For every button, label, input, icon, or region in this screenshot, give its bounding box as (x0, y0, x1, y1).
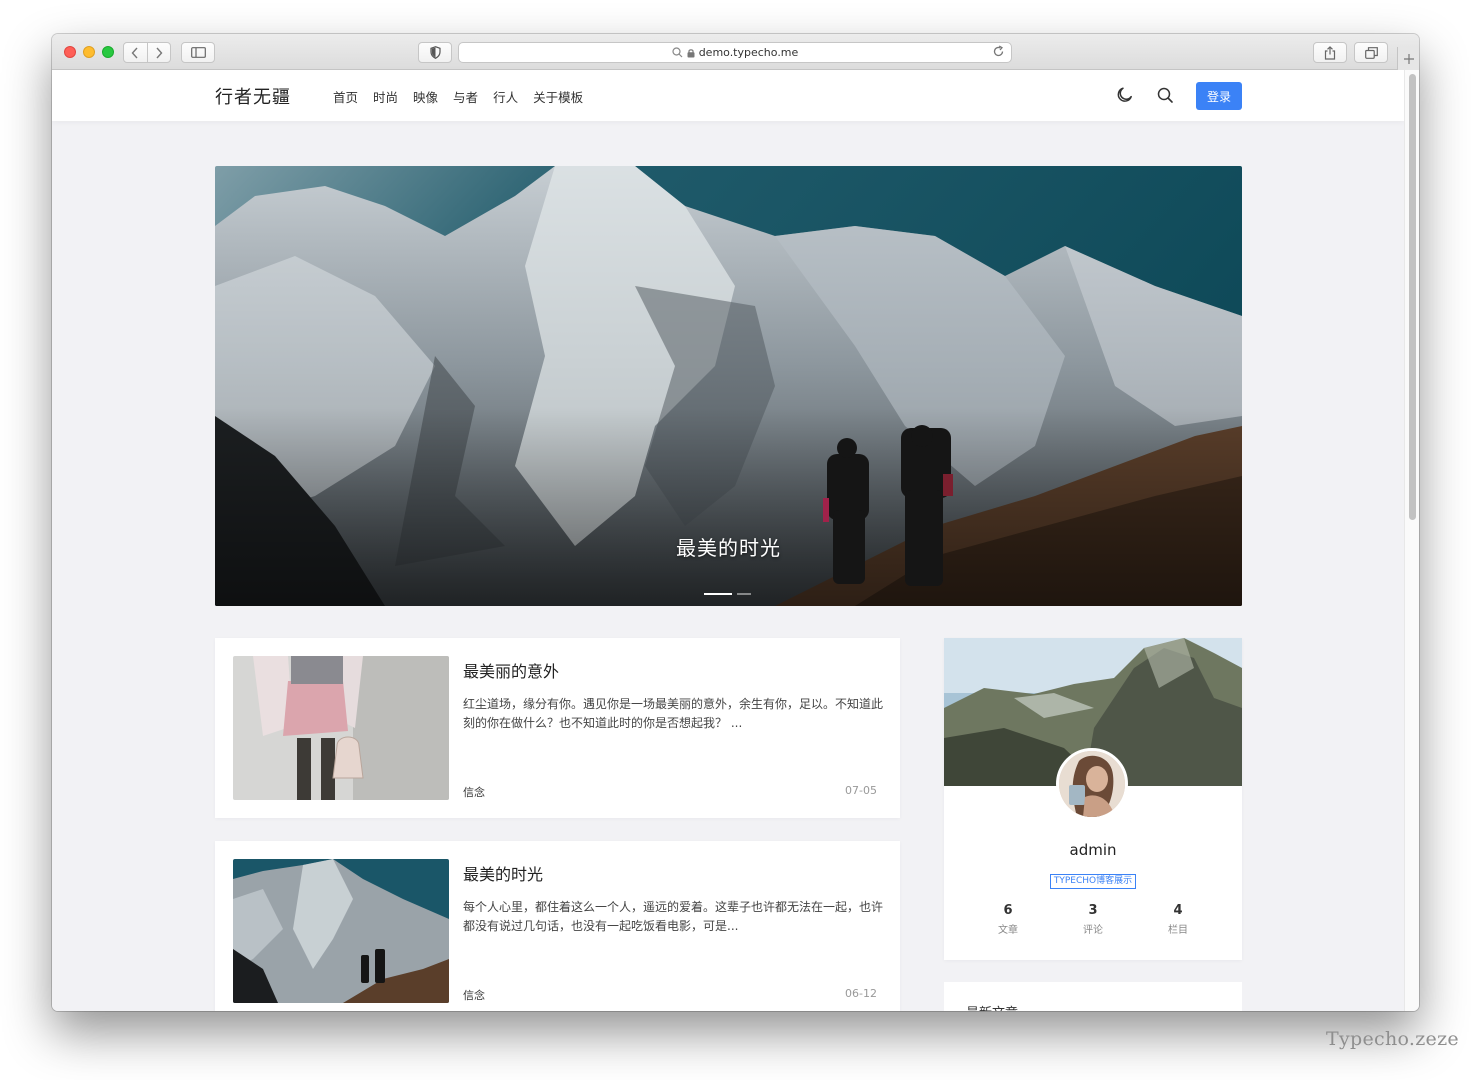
site-header: 行者无疆 首页 时尚 映像 与者 行人 关于模板 登录 (52, 70, 1404, 121)
show-tabs-button[interactable] (1354, 42, 1388, 63)
plus-icon (1403, 53, 1414, 64)
nav-item-home[interactable]: 首页 (333, 87, 358, 106)
sidebar-icon (190, 47, 206, 58)
profile-username[interactable]: admin (944, 841, 1242, 859)
post-thumbnail[interactable] (233, 656, 449, 800)
back-button[interactable] (124, 43, 147, 62)
stat-value: 4 (1173, 903, 1183, 918)
forward-button[interactable] (146, 43, 171, 62)
carousel-dot-active[interactable] (704, 593, 732, 595)
nav-item-about-template[interactable]: 关于模板 (533, 87, 583, 106)
stat-label: 评论 (1083, 925, 1103, 936)
stat-posts[interactable]: 6 文章 (966, 903, 1050, 936)
page-scrollbar[interactable] (1404, 70, 1419, 1011)
login-button[interactable]: 登录 (1196, 82, 1242, 110)
stat-value: 3 (1088, 903, 1098, 918)
dark-mode-icon[interactable] (1116, 86, 1134, 104)
url-text: demo.typecho.me (698, 46, 799, 59)
nav-item-fashion[interactable]: 时尚 (373, 87, 398, 106)
lock-icon (687, 48, 695, 57)
share-icon (1324, 45, 1336, 60)
profile-stats: 6 文章 3 评论 4 栏目 (966, 903, 1220, 936)
post-category[interactable]: 信念 (463, 784, 485, 800)
recent-posts-widget: 最新文章 (944, 982, 1242, 1011)
back-icon (131, 47, 138, 58)
address-bar[interactable]: demo.typecho.me (458, 42, 1012, 63)
shield-icon (429, 46, 441, 59)
zoom-window-button[interactable] (102, 46, 114, 58)
post-card[interactable]: 最美的时光 每个人心里，都住着这么一个人，遥远的爱着。这辈子也许都无法在一起，也… (215, 841, 900, 1011)
sidebar-toggle-button[interactable] (181, 42, 215, 63)
minimize-window-button[interactable] (83, 46, 95, 58)
post-date: 07-05 (845, 784, 877, 797)
profile-badge: TYPECHO博客展示 (1049, 874, 1137, 889)
forward-icon (156, 47, 163, 58)
post-excerpt: 红尘道场，缘分有你。遇见你是一场最美丽的意外，余生有你，足以。不知道此刻的你在做… (463, 697, 884, 730)
carousel-dot[interactable] (737, 593, 751, 595)
stat-categories[interactable]: 4 栏目 (1136, 903, 1220, 936)
stat-label: 文章 (998, 925, 1018, 936)
privacy-report-button[interactable] (418, 42, 452, 63)
search-icon[interactable] (1156, 86, 1174, 104)
post-card[interactable]: 最美丽的意外 红尘道场，缘分有你。遇见你是一场最美丽的意外，余生有你，足以。不知… (215, 638, 900, 818)
web-page: 行者无疆 首页 时尚 映像 与者 行人 关于模板 登录 最美的时光 最美丽的意外… (52, 70, 1404, 1011)
history-buttons (123, 42, 171, 63)
post-category[interactable]: 信念 (463, 987, 485, 1003)
nav-item-people[interactable]: 与者 (453, 87, 478, 106)
site-logo[interactable]: 行者无疆 (215, 83, 291, 109)
widget-title: 最新文章 (966, 1002, 1018, 1011)
post-date: 06-12 (845, 987, 877, 1000)
post-title[interactable]: 最美的时光 (463, 861, 543, 885)
nav-item-travelers[interactable]: 行人 (493, 87, 518, 106)
hero-carousel[interactable]: 最美的时光 (215, 166, 1242, 606)
fashion-photo (233, 656, 449, 800)
close-window-button[interactable] (64, 46, 76, 58)
search-icon (672, 47, 683, 58)
browser-toolbar: demo.typecho.me (52, 34, 1419, 70)
carousel-indicators (704, 593, 751, 595)
browser-window: demo.typecho.me 行者无疆 首页 时尚 映像 与者 行人 关于模板 (52, 34, 1419, 1011)
new-tab-button[interactable] (1397, 47, 1419, 70)
mountain-photo (233, 859, 449, 1003)
reload-icon[interactable] (992, 45, 1005, 58)
stat-comments[interactable]: 3 评论 (1051, 903, 1135, 936)
scrollbar-thumb[interactable] (1409, 74, 1416, 520)
avatar[interactable] (1056, 748, 1128, 820)
hero-title[interactable]: 最美的时光 (215, 532, 1242, 561)
author-profile-card: admin TYPECHO博客展示 6 文章 3 评论 4 栏目 (944, 638, 1242, 960)
post-thumbnail[interactable] (233, 859, 449, 1003)
tabs-icon (1364, 46, 1378, 59)
nav-item-images[interactable]: 映像 (413, 87, 438, 106)
stat-value: 6 (1003, 903, 1013, 918)
post-excerpt: 每个人心里，都住着这么一个人，遥远的爱着。这辈子也许都无法在一起，也许都没有说过… (463, 900, 884, 933)
stat-label: 栏目 (1168, 925, 1188, 936)
main-nav: 首页 时尚 映像 与者 行人 关于模板 (333, 87, 598, 106)
post-title[interactable]: 最美丽的意外 (463, 658, 559, 682)
share-button[interactable] (1313, 42, 1347, 63)
watermark: Typecho.zeze (1326, 1028, 1459, 1050)
